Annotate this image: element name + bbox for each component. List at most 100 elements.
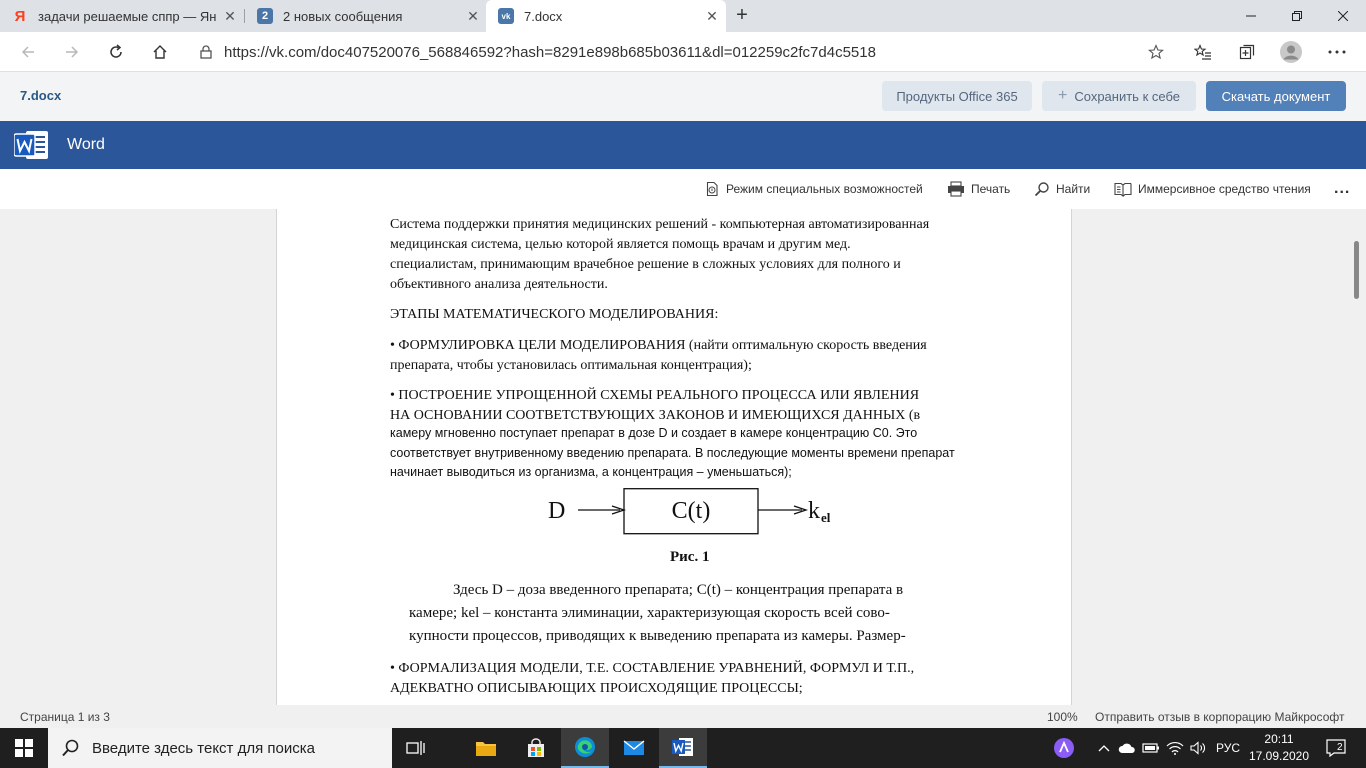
stage-2-line: • ПОСТРОЕНИЕ УПРОЩЕННОЙ СХЕМЫ РЕАЛЬНОГО … (390, 388, 920, 403)
tab-title: 7.docx (524, 8, 563, 24)
figure-caption: Рис. 1 (670, 549, 710, 565)
windows-taskbar: Введите здесь текст для поиска РУС 20:11… (0, 728, 1366, 768)
start-button[interactable] (0, 728, 48, 768)
profile-avatar-icon (1280, 41, 1302, 63)
immersive-reader-icon (1114, 182, 1132, 197)
tab-yandex[interactable]: Я задачи решаемые сппр — Янде ✕ (0, 0, 244, 32)
volume-button[interactable] (1188, 728, 1210, 768)
tab-title: задачи решаемые сппр — Янде (38, 8, 216, 24)
language-indicator[interactable]: РУС (1212, 728, 1244, 768)
system-clock[interactable]: 20:11 17.09.2020 (1244, 731, 1314, 765)
forward-arrow-icon (66, 46, 79, 58)
download-document-button[interactable]: Скачать документ (1206, 81, 1346, 111)
action-center-button[interactable]: 2 (1320, 728, 1352, 768)
more-options-button[interactable]: ... (1334, 180, 1350, 198)
battery-button[interactable] (1140, 728, 1162, 768)
collections-button[interactable] (1232, 38, 1262, 66)
favorites-button[interactable] (1188, 38, 1218, 66)
new-tab-button[interactable]: + (730, 4, 754, 28)
alice-icon (1054, 738, 1074, 758)
word-logo-icon[interactable] (14, 128, 50, 162)
figure-explanation: Здесь D – доза введенного препарата; C(t… (409, 579, 985, 648)
accessibility-doc-icon (706, 181, 718, 197)
mail-envelope-icon (623, 740, 645, 755)
figure-explanation-line: камере; kel – константа элиминации, хара… (409, 605, 890, 621)
favorites-list-icon (1194, 44, 1211, 60)
stage-3-line: АДЕКВАТНО ОПИСЫВАЮЩИХ ПРОИСХОДЯЩИЕ ПРОЦЕ… (390, 681, 803, 696)
reload-icon (110, 44, 122, 58)
windows-logo-icon (15, 739, 33, 757)
yandex-icon: Я (14, 7, 26, 25)
save-to-self-button[interactable]: + Сохранить к себе (1042, 81, 1196, 111)
settings-more-button[interactable] (1322, 38, 1352, 66)
browser-tab-strip: Я задачи решаемые сппр — Янде ✕ 2 2 новы… (0, 0, 1366, 32)
stage-2-item: • ПОСТРОЕНИЕ УПРОЩЕННОЙ СХЕМЫ РЕАЛЬНОГО … (390, 386, 1030, 426)
url-text[interactable]: https://vk.com/doc407520076_568846592?ha… (224, 44, 1138, 61)
intro-line: медицинская система, целью которой являе… (390, 237, 851, 252)
notification-icon (1326, 739, 1346, 757)
word-taskbar-button[interactable] (659, 728, 707, 768)
scrollbar-thumb[interactable] (1354, 241, 1359, 299)
document-name[interactable]: 7.docx (20, 88, 61, 103)
wifi-button[interactable] (1164, 728, 1186, 768)
search-placeholder: Введите здесь текст для поиска (92, 739, 315, 757)
print-button[interactable]: Печать (947, 180, 1010, 198)
minimize-icon (1246, 15, 1256, 17)
back-arrow-icon (21, 46, 34, 58)
profile-button[interactable] (1276, 38, 1306, 66)
store-bag-icon (528, 738, 544, 757)
app-name[interactable]: Word (67, 136, 105, 154)
immersive-label: Иммерсивное средство чтения (1138, 182, 1311, 196)
mail-button[interactable] (610, 728, 658, 768)
clock-time: 20:11 (1264, 732, 1294, 746)
reload-button[interactable] (102, 38, 130, 66)
notification-count: 2 (1337, 742, 1343, 753)
tab-vk-messages[interactable]: 2 2 новых сообщения ✕ (245, 0, 487, 32)
forward-button[interactable] (58, 38, 86, 66)
intro-line: Система поддержки принятия медицинских р… (390, 217, 930, 232)
home-button[interactable] (146, 38, 174, 66)
alice-assistant-button[interactable] (1048, 728, 1080, 768)
close-tab-icon[interactable]: ✕ (459, 8, 487, 25)
back-button[interactable] (14, 38, 42, 66)
clock-date: 17.09.2020 (1248, 749, 1310, 763)
close-tab-icon[interactable]: ✕ (698, 8, 726, 25)
plus-icon: + (1058, 87, 1068, 104)
restore-button[interactable] (1274, 0, 1320, 32)
zoom-level[interactable]: 100% (1047, 710, 1078, 724)
lock-icon[interactable] (188, 45, 224, 59)
accessibility-label: Режим специальных возможностей (726, 182, 923, 196)
edge-button[interactable] (561, 728, 609, 768)
print-label: Печать (971, 182, 1011, 196)
onedrive-button[interactable] (1116, 728, 1138, 768)
immersive-reader-button[interactable]: Иммерсивное средство чтения (1114, 180, 1311, 198)
page-counter: Страница 1 из 3 (20, 710, 110, 724)
close-window-button[interactable] (1320, 0, 1366, 32)
stage-1-line: • ФОРМУЛИРОВКА ЦЕЛИ МОДЕЛИРОВАНИЯ (найти… (390, 338, 927, 353)
feedback-link[interactable]: Отправить отзыв в корпорацию Майкрософт (1095, 710, 1344, 724)
search-icon (1034, 182, 1049, 197)
store-button[interactable] (512, 728, 560, 768)
minimize-button[interactable] (1228, 0, 1274, 32)
battery-icon (1142, 743, 1159, 753)
find-button[interactable]: Найти (1034, 180, 1090, 198)
home-icon (153, 45, 167, 59)
address-bar[interactable]: https://vk.com/doc407520076_568846592?ha… (188, 37, 1174, 67)
folder-icon (476, 742, 496, 756)
stage-1-line: препарата, чтобы установилась оптимальна… (390, 358, 752, 373)
tray-expand-button[interactable] (1094, 728, 1114, 768)
compartment-diagram: D C(t) k el (548, 488, 831, 535)
tab-7docx[interactable]: vk 7.docx ✕ (486, 0, 726, 32)
office-products-button[interactable]: Продукты Office 365 (882, 81, 1032, 111)
file-explorer-button[interactable] (462, 728, 510, 768)
vk-icon: vk (498, 8, 514, 24)
intro-line: специалистам, принимающим врачебное реше… (390, 257, 901, 272)
taskbar-search-box[interactable]: Введите здесь текст для поиска (48, 728, 392, 768)
more-dots-icon (1328, 50, 1346, 54)
accessibility-mode-button[interactable]: Режим специальных возможностей (704, 180, 923, 198)
word-online-header: Word (0, 121, 1366, 169)
edge-browser-icon (575, 737, 595, 757)
favorite-star-icon[interactable] (1138, 44, 1174, 60)
close-tab-icon[interactable]: ✕ (216, 8, 244, 25)
task-view-button[interactable] (392, 728, 440, 768)
